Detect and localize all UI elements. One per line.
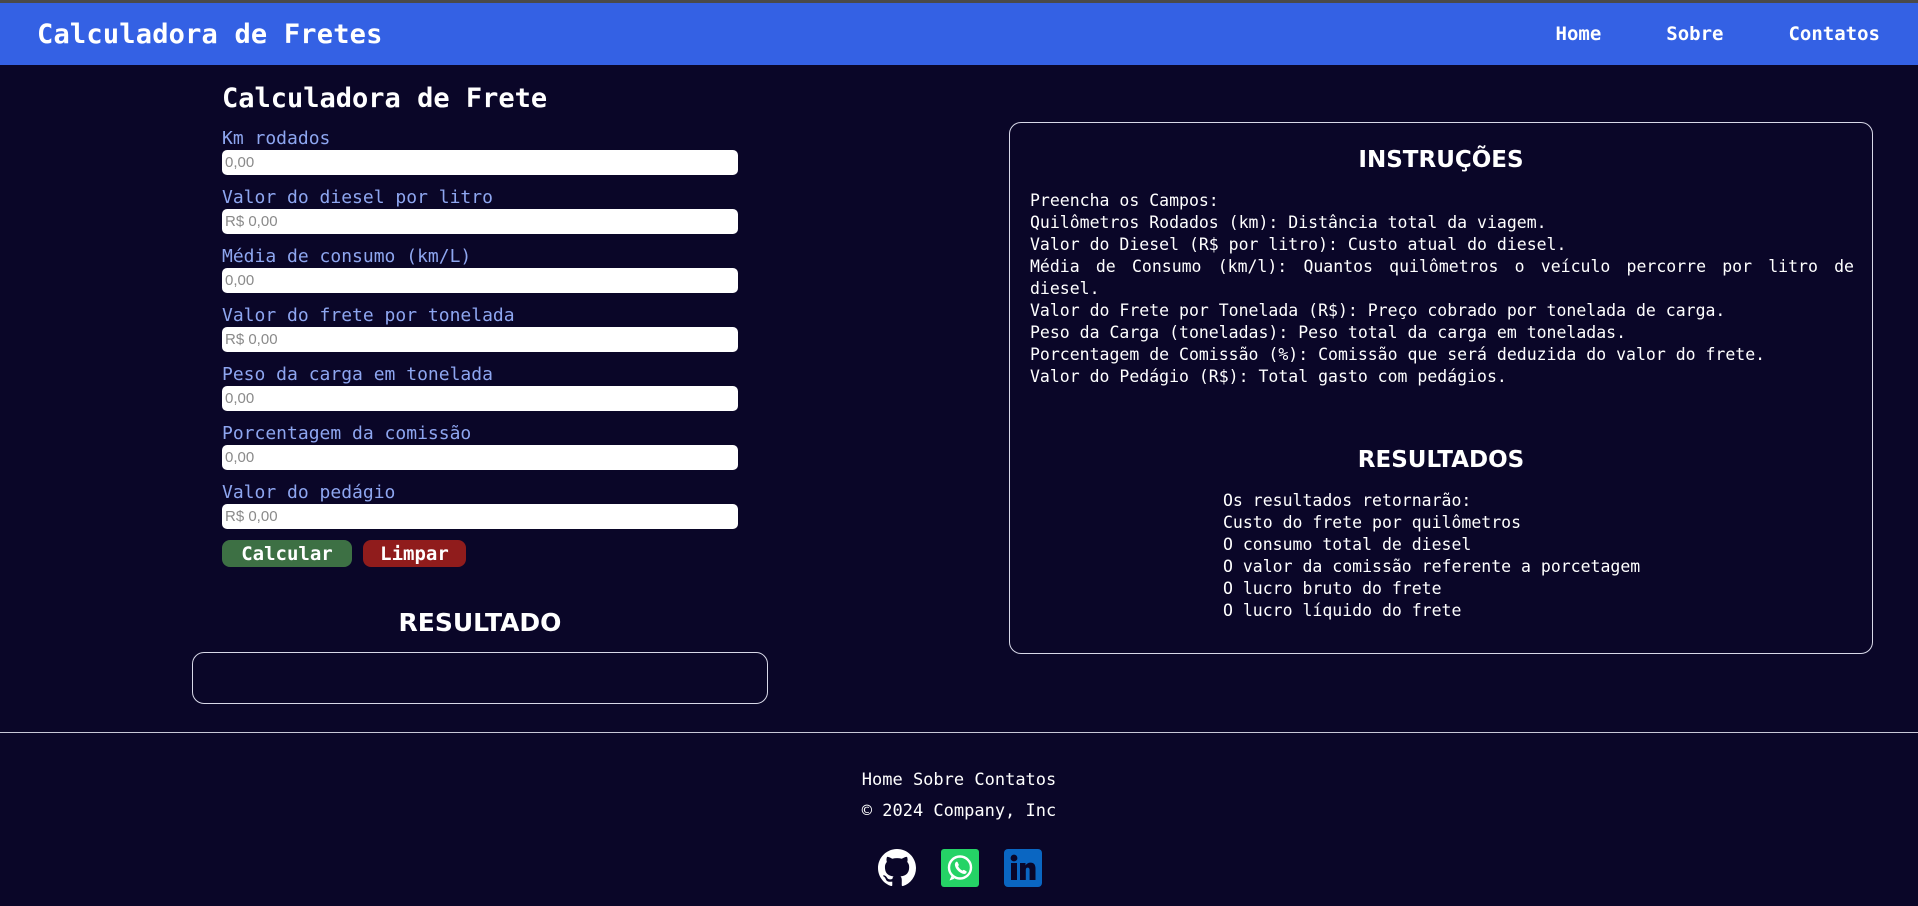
results-info-line: O lucro líquido do frete <box>1223 601 1462 620</box>
github-icon[interactable] <box>878 849 916 887</box>
valor-diesel-input[interactable] <box>222 209 738 234</box>
results-info-line: O lucro bruto do frete <box>1223 579 1442 598</box>
brand-title: Calculadora de Fretes <box>37 18 383 50</box>
form-title: Calculadora de Frete <box>222 83 548 114</box>
limpar-button[interactable]: Limpar <box>363 540 466 567</box>
field-label: Peso da carga em tonelada <box>222 364 493 385</box>
results-info-line: Os resultados retornarão: <box>1223 491 1472 510</box>
media-consumo-input[interactable] <box>222 268 738 293</box>
nav-home-link[interactable]: Home <box>1556 23 1602 45</box>
footer-links: Home Sobre Contatos <box>0 770 1918 790</box>
linkedin-icon[interactable] <box>1004 849 1042 887</box>
freight-form: Calculadora de Frete Km rodados Valor do… <box>222 65 738 567</box>
results-info-line: O consumo total de diesel <box>1223 535 1472 554</box>
result-output <box>192 652 768 704</box>
nav-contatos-link[interactable]: Contatos <box>1788 23 1880 45</box>
field-peso-carga: Peso da carga em tonelada <box>222 363 738 411</box>
instructions-panel: INSTRUÇÕES Preencha os Campos: Quilômetr… <box>1009 122 1873 654</box>
field-label: Porcentagem da comissão <box>222 423 472 444</box>
field-pedagio: Valor do pedágio <box>222 481 738 529</box>
social-links <box>878 849 1067 887</box>
instruction-line: Média de Consumo (km/l): Quantos quilôme… <box>1030 257 1854 298</box>
instruction-line: Preencha os Campos: <box>1030 191 1219 210</box>
field-label: Valor do pedágio <box>222 482 396 503</box>
nav-sobre-link[interactable]: Sobre <box>1666 23 1723 45</box>
field-label: Média de consumo (km/L) <box>222 246 472 267</box>
field-comissao: Porcentagem da comissão <box>222 422 738 470</box>
field-valor-diesel: Valor do diesel por litro <box>222 186 738 234</box>
form-buttons: Calcular Limpar <box>222 540 738 567</box>
results-info-list: Os resultados retornarão: Custo do frete… <box>1223 490 1640 622</box>
copyright: © 2024 Company, Inc <box>861 801 1057 821</box>
result-title: RESULTADO <box>398 608 562 637</box>
field-label: Valor do frete por tonelada <box>222 305 515 326</box>
whatsapp-icon[interactable] <box>941 849 979 887</box>
results-info-line: O valor da comissão referente a porcetag… <box>1223 557 1641 576</box>
footer-contatos-link[interactable]: Contatos <box>974 770 1056 790</box>
results-info-line: Custo do frete por quilômetros <box>1223 513 1522 532</box>
navbar: Calculadora de Fretes Home Sobre Contato… <box>0 3 1918 65</box>
calcular-button[interactable]: Calcular <box>222 540 352 567</box>
peso-carga-input[interactable] <box>222 386 738 411</box>
field-label: Km rodados <box>222 128 331 149</box>
results-info-title: RESULTADOS <box>1357 447 1525 473</box>
pedagio-input[interactable] <box>222 504 738 529</box>
field-km-rodados: Km rodados <box>222 127 738 175</box>
footer-sobre-link[interactable]: Sobre <box>913 770 964 790</box>
instructions-list: Preencha os Campos: Quilômetros Rodados … <box>1030 190 1854 388</box>
valor-frete-input[interactable] <box>222 327 738 352</box>
km-rodados-input[interactable] <box>222 150 738 175</box>
field-label: Valor do diesel por litro <box>222 187 493 208</box>
instruction-line: Porcentagem de Comissão (%): Comissão qu… <box>1030 345 1766 364</box>
instruction-line: Peso da Carga (toneladas): Peso total da… <box>1030 323 1627 342</box>
field-media-consumo: Média de consumo (km/L) <box>222 245 738 293</box>
nav-menu: Home Sobre Contatos <box>1491 23 1880 45</box>
instruction-line: Quilômetros Rodados (km): Distância tota… <box>1030 213 1547 232</box>
field-valor-frete: Valor do frete por tonelada <box>222 304 738 352</box>
instructions-title: INSTRUÇÕES <box>1358 147 1524 173</box>
instruction-line: Valor do Frete por Tonelada (R$): Preço … <box>1030 301 1726 320</box>
footer-home-link[interactable]: Home <box>862 770 903 790</box>
footer: Home Sobre Contatos © 2024 Company, Inc <box>0 732 1918 906</box>
main-content: Calculadora de Frete Km rodados Valor do… <box>0 65 1918 730</box>
instruction-line: Valor do Diesel (R$ por litro): Custo at… <box>1030 235 1567 254</box>
comissao-input[interactable] <box>222 445 738 470</box>
instruction-line: Valor do Pedágio (R$): Total gasto com p… <box>1030 367 1507 386</box>
